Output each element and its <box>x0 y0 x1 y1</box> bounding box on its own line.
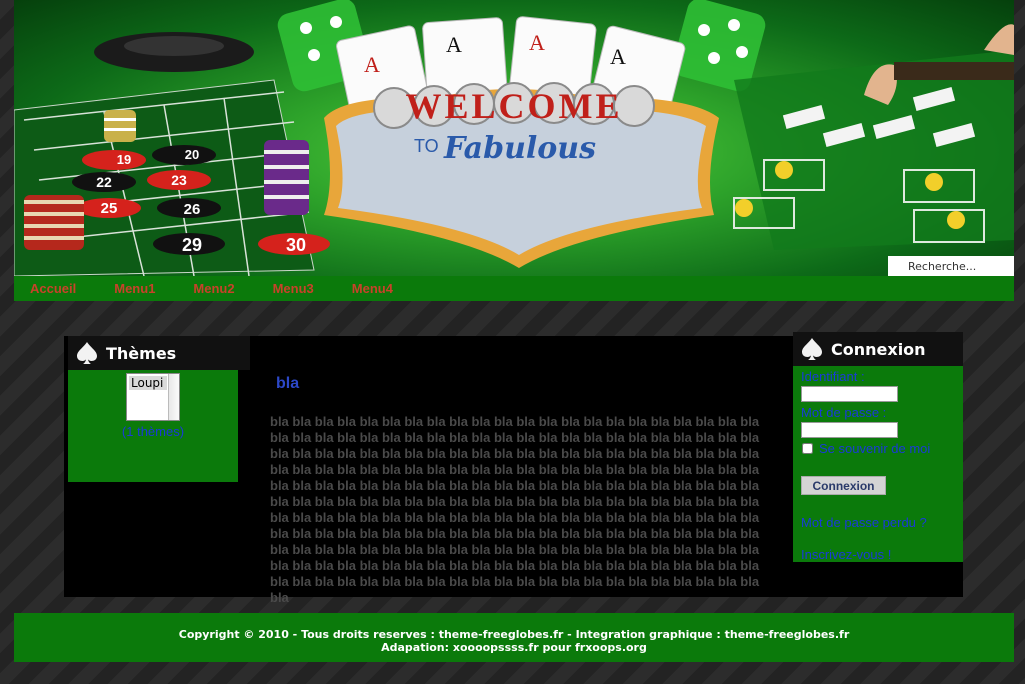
login-block-title: Connexion <box>793 332 963 366</box>
roulette-cell-red <box>82 150 146 170</box>
nav-item-menu1[interactable]: Menu1 <box>114 281 155 296</box>
password-label: Mot de passe : <box>801 405 887 420</box>
login-block: Identifiant : Mot de passe : Se souvenir… <box>793 366 963 562</box>
svg-text:A: A <box>446 32 462 57</box>
chip-stack-icon <box>264 140 309 215</box>
search-input[interactable] <box>888 256 1014 276</box>
roulette-number: 30 <box>286 235 306 255</box>
dealer-hand <box>984 24 1014 55</box>
welcome-sign-title: WELCOME <box>405 86 622 126</box>
casino-artwork: 19 20 22 23 25 26 29 30 A A A A WELCOME … <box>14 0 1014 276</box>
themes-option[interactable]: Loupi <box>129 376 167 390</box>
roulette-wheel-center <box>124 36 224 56</box>
footer-copyright: Copyright © 2010 - Tous droits reserves … <box>178 628 850 641</box>
username-input[interactable] <box>801 386 898 402</box>
roulette-number: 26 <box>184 201 201 218</box>
chip-stack-icon <box>104 110 136 142</box>
article-title: bla <box>276 375 300 392</box>
themes-select[interactable]: Loupi <box>126 373 180 421</box>
themes-block-title: Thèmes <box>68 336 250 370</box>
username-label: Identifiant : <box>801 369 865 384</box>
header-banner: 19 20 22 23 25 26 29 30 A A A A WELCOME … <box>14 0 1014 276</box>
password-input[interactable] <box>801 422 898 438</box>
roulette-number: 20 <box>185 147 199 162</box>
roulette-number: 23 <box>171 172 187 188</box>
roulette-number: 22 <box>96 174 112 190</box>
spade-icon <box>802 338 822 360</box>
nav-item-menu4[interactable]: Menu4 <box>352 281 393 296</box>
svg-text:A: A <box>529 30 545 55</box>
roulette-number: 29 <box>182 235 202 255</box>
chip-rack <box>894 62 1014 80</box>
nav-item-accueil[interactable]: Accueil <box>30 281 76 296</box>
roulette-number: 19 <box>117 152 131 167</box>
spade-icon <box>77 342 97 364</box>
footer: Copyright © 2010 - Tous droits reserves … <box>14 613 1014 662</box>
welcome-sign-fabulous: Fabulous <box>443 131 596 166</box>
remember-checkbox[interactable] <box>802 443 813 454</box>
themes-title-text: Thèmes <box>106 343 177 363</box>
register-link[interactable]: Inscrivez-vous ! <box>801 547 891 562</box>
main-nav: Accueil Menu1 Menu2 Menu3 Menu4 <box>14 276 1014 301</box>
svg-text:A: A <box>364 52 380 77</box>
welcome-sign-to: TO <box>414 136 439 156</box>
themes-select-scrollbar[interactable] <box>168 374 179 420</box>
roulette-number: 25 <box>101 200 118 217</box>
chip-stack-icon <box>24 195 84 250</box>
login-button[interactable]: Connexion <box>801 476 886 495</box>
nav-item-menu3[interactable]: Menu3 <box>273 281 314 296</box>
remember-label[interactable]: Se souvenir de moi <box>819 441 930 456</box>
nav-item-menu2[interactable]: Menu2 <box>193 281 234 296</box>
themes-count: (1 thèmes) <box>121 424 185 439</box>
themes-block: Loupi (1 thèmes) <box>68 370 238 482</box>
svg-text:A: A <box>610 44 626 69</box>
footer-adaptation: Adapation: xoooopssss.fr pour frxoops.or… <box>381 641 647 654</box>
login-title-text: Connexion <box>831 339 926 359</box>
lost-password-link[interactable]: Mot de passe perdu ? <box>801 515 927 530</box>
article-body: bla bla bla bla bla bla bla bla bla bla … <box>270 414 760 605</box>
